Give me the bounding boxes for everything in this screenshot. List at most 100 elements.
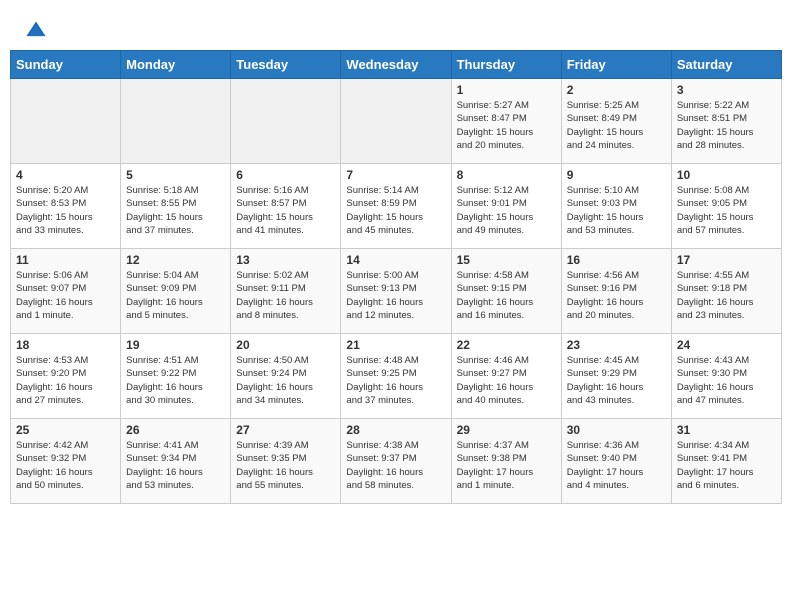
calendar-cell: 5 Sunrise: 5:18 AM Sunset: 8:55 PM Daylig…	[121, 164, 231, 249]
calendar-cell: 25 Sunrise: 4:42 AM Sunset: 9:32 PM Dayli…	[11, 419, 121, 504]
calendar-cell: 12Sunrise: 5:04 AM Sunset: 9:09 PM Dayli…	[121, 249, 231, 334]
calendar-cell: 11 Sunrise: 5:06 AM Sunset: 9:07 PM Dayli…	[11, 249, 121, 334]
weekday-header-saturday: Saturday	[671, 51, 781, 79]
day-number: 21	[346, 338, 445, 352]
day-content: Sunrise: 4:58 AM Sunset: 9:15 PM Dayligh…	[457, 269, 556, 322]
day-number: 10	[677, 168, 776, 182]
day-number: 2	[567, 83, 666, 97]
day-content: Sunrise: 4:48 AM Sunset: 9:25 PM Dayligh…	[346, 354, 445, 407]
day-number: 12	[126, 253, 225, 267]
day-number: 31	[677, 423, 776, 437]
logo-icon	[25, 20, 47, 42]
calendar-cell: 19 Sunrise: 4:51 AM Sunset: 9:22 PM Dayli…	[121, 334, 231, 419]
day-content: Sunrise: 4:34 AM Sunset: 9:41 PM Dayligh…	[677, 439, 776, 492]
day-number: 18	[16, 338, 115, 352]
calendar-cell: 6 Sunrise: 5:16 AM Sunset: 8:57 PM Daylig…	[231, 164, 341, 249]
day-number: 25	[16, 423, 115, 437]
day-content: Sunrise: 4:36 AM Sunset: 9:40 PM Dayligh…	[567, 439, 666, 492]
calendar-cell	[11, 79, 121, 164]
day-number: 5	[126, 168, 225, 182]
day-content: Sunrise: 5:06 AM Sunset: 9:07 PM Dayligh…	[16, 269, 115, 322]
calendar-cell: 13 Sunrise: 5:02 AM Sunset: 9:11 PM Dayli…	[231, 249, 341, 334]
calendar-cell: 9Sunrise: 5:10 AM Sunset: 9:03 PM Daylig…	[561, 164, 671, 249]
weekday-header-thursday: Thursday	[451, 51, 561, 79]
calendar-cell: 1 Sunrise: 5:27 AM Sunset: 8:47 PM Daylig…	[451, 79, 561, 164]
calendar-cell: 22 Sunrise: 4:46 AM Sunset: 9:27 PM Dayli…	[451, 334, 561, 419]
day-content: Sunrise: 5:02 AM Sunset: 9:11 PM Dayligh…	[236, 269, 335, 322]
page-header	[10, 10, 782, 50]
day-number: 26	[126, 423, 225, 437]
day-content: Sunrise: 4:55 AM Sunset: 9:18 PM Dayligh…	[677, 269, 776, 322]
calendar-cell: 17 Sunrise: 4:55 AM Sunset: 9:18 PM Dayli…	[671, 249, 781, 334]
calendar-cell: 20Sunrise: 4:50 AM Sunset: 9:24 PM Dayli…	[231, 334, 341, 419]
day-content: Sunrise: 5:18 AM Sunset: 8:55 PM Dayligh…	[126, 184, 225, 237]
calendar-cell: 7Sunrise: 5:14 AM Sunset: 8:59 PM Daylig…	[341, 164, 451, 249]
weekday-header-tuesday: Tuesday	[231, 51, 341, 79]
weekday-header-monday: Monday	[121, 51, 231, 79]
day-number: 16	[567, 253, 666, 267]
day-content: Sunrise: 5:00 AM Sunset: 9:13 PM Dayligh…	[346, 269, 445, 322]
day-content: Sunrise: 5:20 AM Sunset: 8:53 PM Dayligh…	[16, 184, 115, 237]
calendar-cell: 3Sunrise: 5:22 AM Sunset: 8:51 PM Daylig…	[671, 79, 781, 164]
day-number: 24	[677, 338, 776, 352]
day-number: 19	[126, 338, 225, 352]
calendar-cell: 23 Sunrise: 4:45 AM Sunset: 9:29 PM Dayli…	[561, 334, 671, 419]
day-content: Sunrise: 5:08 AM Sunset: 9:05 PM Dayligh…	[677, 184, 776, 237]
day-content: Sunrise: 4:38 AM Sunset: 9:37 PM Dayligh…	[346, 439, 445, 492]
day-number: 1	[457, 83, 556, 97]
day-content: Sunrise: 4:42 AM Sunset: 9:32 PM Dayligh…	[16, 439, 115, 492]
day-number: 15	[457, 253, 556, 267]
logo	[25, 20, 51, 42]
day-content: Sunrise: 4:46 AM Sunset: 9:27 PM Dayligh…	[457, 354, 556, 407]
day-number: 29	[457, 423, 556, 437]
day-content: Sunrise: 5:25 AM Sunset: 8:49 PM Dayligh…	[567, 99, 666, 152]
calendar-cell: 16 Sunrise: 4:56 AM Sunset: 9:16 PM Dayli…	[561, 249, 671, 334]
day-number: 13	[236, 253, 335, 267]
day-number: 22	[457, 338, 556, 352]
week-row-3: 11 Sunrise: 5:06 AM Sunset: 9:07 PM Dayli…	[11, 249, 782, 334]
calendar-cell: 29 Sunrise: 4:37 AM Sunset: 9:38 PM Dayli…	[451, 419, 561, 504]
calendar-cell: 30 Sunrise: 4:36 AM Sunset: 9:40 PM Dayli…	[561, 419, 671, 504]
day-number: 8	[457, 168, 556, 182]
day-content: Sunrise: 5:12 AM Sunset: 9:01 PM Dayligh…	[457, 184, 556, 237]
week-row-1: 1 Sunrise: 5:27 AM Sunset: 8:47 PM Daylig…	[11, 79, 782, 164]
day-number: 17	[677, 253, 776, 267]
day-content: Sunrise: 4:41 AM Sunset: 9:34 PM Dayligh…	[126, 439, 225, 492]
calendar-cell: 4 Sunrise: 5:20 AM Sunset: 8:53 PM Daylig…	[11, 164, 121, 249]
calendar-cell	[341, 79, 451, 164]
calendar-cell	[121, 79, 231, 164]
calendar-cell: 8 Sunrise: 5:12 AM Sunset: 9:01 PM Daylig…	[451, 164, 561, 249]
day-number: 28	[346, 423, 445, 437]
day-content: Sunrise: 4:56 AM Sunset: 9:16 PM Dayligh…	[567, 269, 666, 322]
day-content: Sunrise: 4:51 AM Sunset: 9:22 PM Dayligh…	[126, 354, 225, 407]
day-content: Sunrise: 4:39 AM Sunset: 9:35 PM Dayligh…	[236, 439, 335, 492]
day-number: 4	[16, 168, 115, 182]
day-number: 23	[567, 338, 666, 352]
day-content: Sunrise: 4:53 AM Sunset: 9:20 PM Dayligh…	[16, 354, 115, 407]
week-row-2: 4 Sunrise: 5:20 AM Sunset: 8:53 PM Daylig…	[11, 164, 782, 249]
day-content: Sunrise: 5:22 AM Sunset: 8:51 PM Dayligh…	[677, 99, 776, 152]
day-number: 30	[567, 423, 666, 437]
day-content: Sunrise: 4:43 AM Sunset: 9:30 PM Dayligh…	[677, 354, 776, 407]
day-number: 20	[236, 338, 335, 352]
calendar-cell: 31 Sunrise: 4:34 AM Sunset: 9:41 PM Dayli…	[671, 419, 781, 504]
day-content: Sunrise: 5:10 AM Sunset: 9:03 PM Dayligh…	[567, 184, 666, 237]
day-number: 6	[236, 168, 335, 182]
week-row-5: 25 Sunrise: 4:42 AM Sunset: 9:32 PM Dayli…	[11, 419, 782, 504]
day-content: Sunrise: 4:37 AM Sunset: 9:38 PM Dayligh…	[457, 439, 556, 492]
day-content: Sunrise: 4:45 AM Sunset: 9:29 PM Dayligh…	[567, 354, 666, 407]
calendar-cell: 2 Sunrise: 5:25 AM Sunset: 8:49 PM Daylig…	[561, 79, 671, 164]
calendar-cell: 27Sunrise: 4:39 AM Sunset: 9:35 PM Dayli…	[231, 419, 341, 504]
weekday-header-row: SundayMondayTuesdayWednesdayThursdayFrid…	[11, 51, 782, 79]
calendar-cell: 18 Sunrise: 4:53 AM Sunset: 9:20 PM Dayli…	[11, 334, 121, 419]
day-number: 7	[346, 168, 445, 182]
day-number: 11	[16, 253, 115, 267]
calendar-cell: 10 Sunrise: 5:08 AM Sunset: 9:05 PM Dayli…	[671, 164, 781, 249]
calendar-table: SundayMondayTuesdayWednesdayThursdayFrid…	[10, 50, 782, 504]
calendar-cell: 24 Sunrise: 4:43 AM Sunset: 9:30 PM Dayli…	[671, 334, 781, 419]
day-number: 14	[346, 253, 445, 267]
day-content: Sunrise: 5:27 AM Sunset: 8:47 PM Dayligh…	[457, 99, 556, 152]
calendar-cell: 15 Sunrise: 4:58 AM Sunset: 9:15 PM Dayli…	[451, 249, 561, 334]
day-content: Sunrise: 5:16 AM Sunset: 8:57 PM Dayligh…	[236, 184, 335, 237]
calendar-cell: 26 Sunrise: 4:41 AM Sunset: 9:34 PM Dayli…	[121, 419, 231, 504]
